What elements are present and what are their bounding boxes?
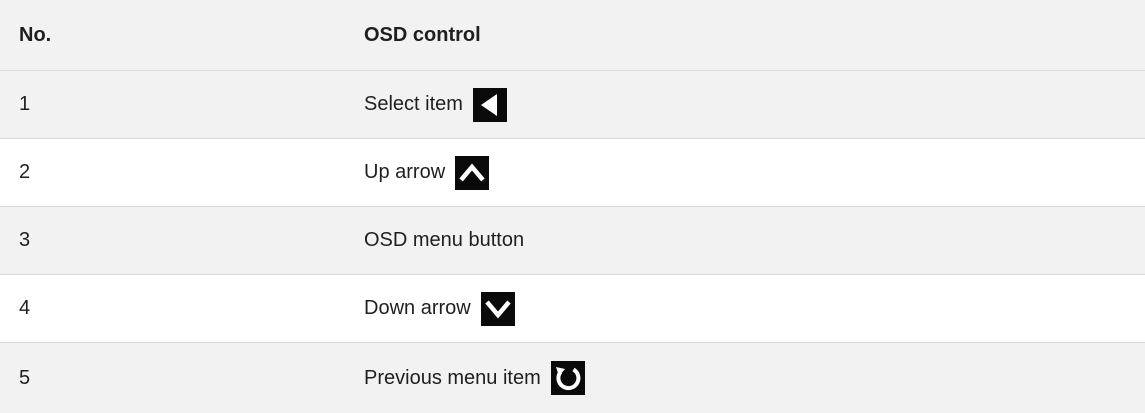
refresh-icon bbox=[550, 361, 585, 395]
control-label: Previous menu item bbox=[364, 366, 541, 389]
control-label: OSD menu button bbox=[364, 229, 525, 251]
chevron-down-icon bbox=[480, 291, 515, 326]
control-label: Down arrow bbox=[364, 297, 471, 319]
row-number: 5 bbox=[19, 366, 31, 389]
row-control: OSD menu button bbox=[364, 229, 524, 252]
row-number: 1 bbox=[19, 93, 31, 115]
table-row: 5 Previous menu item bbox=[0, 342, 1145, 413]
row-control: Previous menu item bbox=[364, 361, 585, 395]
row-control: Up arrow bbox=[364, 155, 490, 190]
table-row: 2 Up arrow bbox=[0, 138, 1145, 206]
row-control: Down arrow bbox=[364, 291, 515, 326]
osd-control-table: No. OSD control 1 Select item 2 Up arrow… bbox=[0, 0, 1145, 413]
chevron-up-icon bbox=[455, 155, 490, 190]
table-header: No. OSD control bbox=[0, 0, 1145, 70]
header-no: No. bbox=[19, 23, 52, 46]
table-row: 3 OSD menu button bbox=[0, 206, 1145, 274]
row-number: 3 bbox=[19, 229, 31, 251]
row-number: 2 bbox=[19, 161, 31, 183]
left-triangle-icon bbox=[472, 87, 507, 122]
control-label: Up arrow bbox=[364, 161, 446, 183]
control-label: Select item bbox=[364, 93, 463, 115]
table-row: 4 Down arrow bbox=[0, 274, 1145, 342]
row-control: Select item bbox=[364, 87, 507, 122]
row-number: 4 bbox=[19, 297, 31, 319]
header-osd-control: OSD control bbox=[364, 23, 481, 46]
table-row: 1 Select item bbox=[0, 70, 1145, 138]
